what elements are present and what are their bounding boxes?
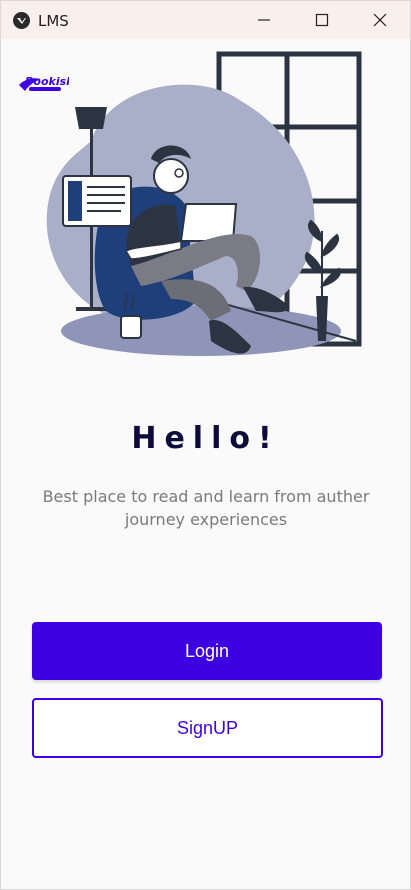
signup-button[interactable]: SignUP [32,698,383,758]
window-title: LMS [38,12,69,30]
tagline: Best place to read and learn from auther… [42,487,370,529]
minimize-icon [258,19,270,21]
maximize-button[interactable] [293,1,351,39]
title-bar[interactable]: LMS [1,1,410,39]
app-icon [13,12,30,29]
page-title: Hello! [131,421,280,456]
login-button[interactable]: Login [32,622,382,680]
svg-text:Bookish: Bookish [25,75,69,88]
maximize-icon [315,13,329,27]
close-button[interactable] [351,1,409,39]
app-window: LMS Bookis Hello! Best place to read and… [0,0,411,890]
bookish-logo: Bookish [19,75,69,91]
close-icon [373,13,387,27]
minimize-button[interactable] [235,1,293,39]
reading-illustration [46,51,362,356]
